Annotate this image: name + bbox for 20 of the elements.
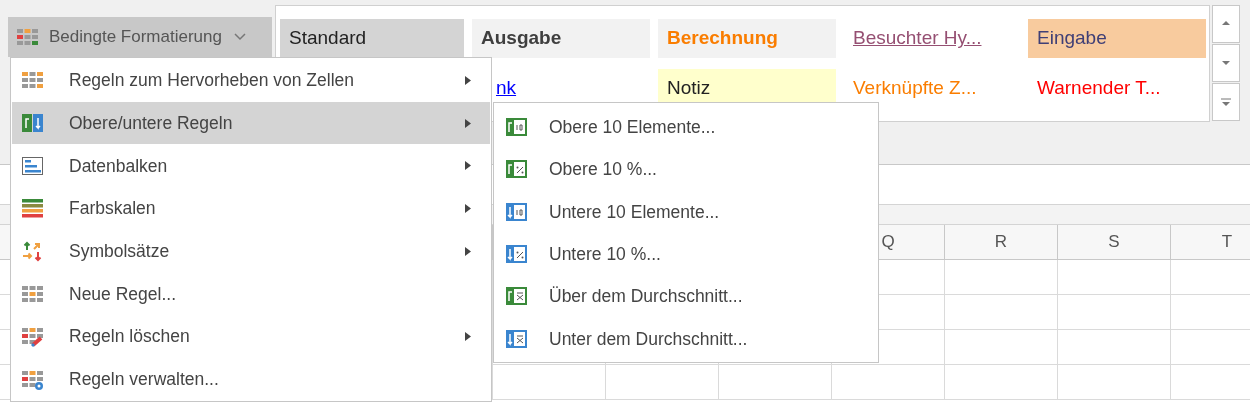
cell-style[interactable]: Ausgabe (472, 19, 650, 58)
cell-style[interactable]: Besuchter Hy... (844, 19, 1020, 58)
cell-style[interactable]: Eingabe (1028, 19, 1206, 58)
menu-item[interactable]: Über dem Durchschnitt... (495, 275, 877, 318)
cell-style[interactable]: Standard (280, 19, 464, 58)
menu-item[interactable]: Farbskalen (12, 187, 490, 230)
column-header[interactable]: S (1058, 225, 1171, 260)
menu-item[interactable]: Symbolsätze (12, 229, 490, 273)
menu-item[interactable]: Datenbalken (12, 144, 490, 188)
column-header[interactable]: R (945, 225, 1058, 260)
cell-style[interactable]: Warnender T... (1028, 68, 1206, 108)
menu-item[interactable]: Obere 10 Elemente... (495, 106, 877, 149)
menu-item[interactable]: Regeln verwalten... (12, 357, 490, 401)
column-header[interactable]: T (1171, 225, 1250, 260)
menu-item[interactable]: Unter dem Durchschnitt... (495, 317, 877, 360)
conditional-formatting-dropdown[interactable]: Bedingte Formatierung (8, 17, 272, 57)
menu-item[interactable]: Obere 10 %... (495, 148, 877, 191)
menu-item[interactable]: Neue Regel... (12, 272, 490, 316)
menu-item[interactable]: Regeln löschen (12, 315, 490, 358)
menu-item[interactable]: Obere/untere Regeln (12, 101, 490, 145)
